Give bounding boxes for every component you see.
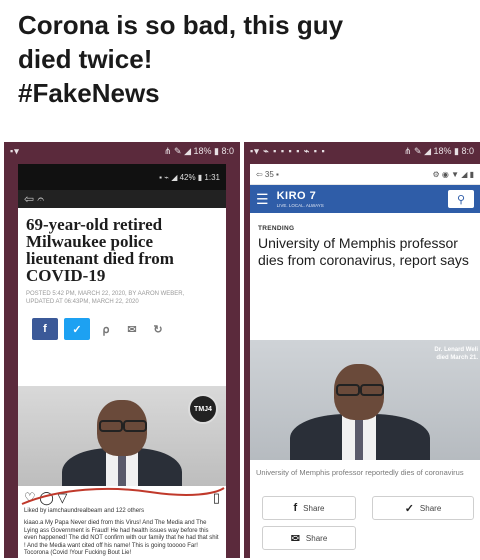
right-article-photo: Dr. Lenard Weli died March 21. xyxy=(250,340,480,460)
glasses-right xyxy=(123,420,147,432)
tmj4-logo-text: TMJ4 xyxy=(194,405,212,413)
email-icon: ✉ xyxy=(290,532,300,545)
twitter-share-label: Share xyxy=(419,503,442,513)
overlay-date: died March 21. xyxy=(436,355,478,361)
glasses-left xyxy=(99,420,123,432)
print-share-icon[interactable]: ↻ xyxy=(148,318,168,340)
instagram-comment: kiaao.a My Papa Never died from this Vir… xyxy=(24,520,219,556)
right-inner-status: ⇦ 35 ▪ ⚙ ◉ ▼ ◢ ▮ xyxy=(250,164,480,185)
left-inner-status-text: ▪ ⌁ ◢ 42% ▮ 1:31 xyxy=(159,172,220,182)
right-inner-status-left: ⇦ 35 ▪ xyxy=(256,169,279,179)
search-icon[interactable]: ⚲ xyxy=(448,190,474,208)
caption-line-2: died twice! xyxy=(18,44,153,74)
likes-line: Liked by iamchaundrealbeam and 122 other… xyxy=(24,508,145,514)
tie-shape xyxy=(355,420,363,460)
left-status-left: ▪▾ xyxy=(10,145,20,156)
left-headline: 69-year-old retired Milwaukee police lie… xyxy=(26,215,174,285)
right-photo-caption: University of Memphis professor reported… xyxy=(256,468,464,477)
right-status-right: ⋔ ✎ ◢ 18% ▮ 8:0 xyxy=(404,145,474,156)
meme-caption: Corona is so bad, this guy died twice! #… xyxy=(18,8,468,110)
twitter-share-icon[interactable]: ✓ xyxy=(64,318,90,340)
left-share-row: f ✓ ⍴ ✉ ↻ xyxy=(32,318,218,340)
trending-label: TRENDING xyxy=(258,225,295,232)
hamburger-menu-icon[interactable]: ☰ xyxy=(256,191,269,208)
right-status-bar: ▪▾ ⌁ ▪ ▪ ▪ ▪ ⌁ ▪ ▪ ⋔ ✎ ◢ 18% ▮ 8:0 xyxy=(244,142,480,160)
caption-line-1: Corona is so bad, this guy xyxy=(18,10,344,40)
back-arrow-icon[interactable]: ⇦ 𝄐 xyxy=(24,192,44,207)
left-phone-screenshot: ▪▾ ⋔ ✎ ◢ 18% ▮ 8:0 ▪ ⌁ ◢ 42% ▮ 1:31 ⇦ 𝄐 … xyxy=(4,142,240,558)
email-share-button[interactable]: ✉ Share xyxy=(262,526,356,550)
twitter-icon: ✓ xyxy=(404,502,414,515)
right-phone-screenshot: ▪▾ ⌁ ▪ ▪ ▪ ▪ ⌁ ▪ ▪ ⋔ ✎ ◢ 18% ▮ 8:0 ⇦ 35 … xyxy=(244,142,480,558)
tmj4-logo: TMJ4 xyxy=(188,394,218,424)
left-status-right: ⋔ ✎ ◢ 18% ▮ 8:0 xyxy=(164,145,234,156)
facebook-share-button[interactable]: f Share xyxy=(262,496,356,520)
twitter-share-button[interactable]: ✓ Share xyxy=(372,496,474,520)
overlay-name: Dr. Lenard Weli xyxy=(434,347,478,353)
right-inner-status-right: ⚙ ◉ ▼ ◢ ▮ xyxy=(432,169,474,179)
left-screen: ▪ ⌁ ◢ 42% ▮ 1:31 ⇦ 𝄐 69-year-old retired… xyxy=(18,164,226,558)
left-back-bar[interactable]: ⇦ 𝄐 xyxy=(18,190,226,208)
left-article-photo: TMJ4 xyxy=(18,386,226,486)
photo-overlay-text: Dr. Lenard Weli died March 21. xyxy=(434,346,478,362)
email-share-icon[interactable]: ✉ xyxy=(122,318,142,340)
facebook-share-label: Share xyxy=(303,503,325,513)
kiro-logo[interactable]: KIRO 7 LIVE. LOCAL. ALWAYS xyxy=(277,190,324,208)
kiro-header: ☰ KIRO 7 LIVE. LOCAL. ALWAYS ⚲ xyxy=(250,185,480,213)
pinterest-share-icon[interactable]: ⍴ xyxy=(96,318,116,340)
left-inner-status: ▪ ⌁ ◢ 42% ▮ 1:31 xyxy=(18,164,226,190)
glasses-left xyxy=(336,384,360,396)
left-status-bar: ▪▾ ⋔ ✎ ◢ 18% ▮ 8:0 xyxy=(4,142,240,160)
right-status-left: ▪▾ ⌁ ▪ ▪ ▪ ▪ ⌁ ▪ ▪ xyxy=(250,145,326,156)
right-headline[interactable]: University of Memphis professor dies fro… xyxy=(258,235,472,269)
caption-line-3: #FakeNews xyxy=(18,78,160,108)
left-posted-line-1: POSTED 5:42 PM, MARCH 22, 2020, BY AARON… xyxy=(26,291,185,297)
kiro-logo-text: KIRO 7 xyxy=(276,190,317,202)
left-posted-line-2: UPDATED AT 06:43PM, MARCH 22, 2020 xyxy=(26,299,139,305)
kiro-logo-subtitle: LIVE. LOCAL. ALWAYS xyxy=(276,203,324,208)
facebook-share-icon[interactable]: f xyxy=(32,318,58,340)
glasses-right xyxy=(360,384,384,396)
right-screen: ⇦ 35 ▪ ⚙ ◉ ▼ ◢ ▮ ☰ KIRO 7 LIVE. LOCAL. A… xyxy=(250,164,480,558)
tie-shape xyxy=(118,454,126,486)
email-share-label: Share xyxy=(305,533,328,543)
facebook-icon: f xyxy=(293,502,298,514)
